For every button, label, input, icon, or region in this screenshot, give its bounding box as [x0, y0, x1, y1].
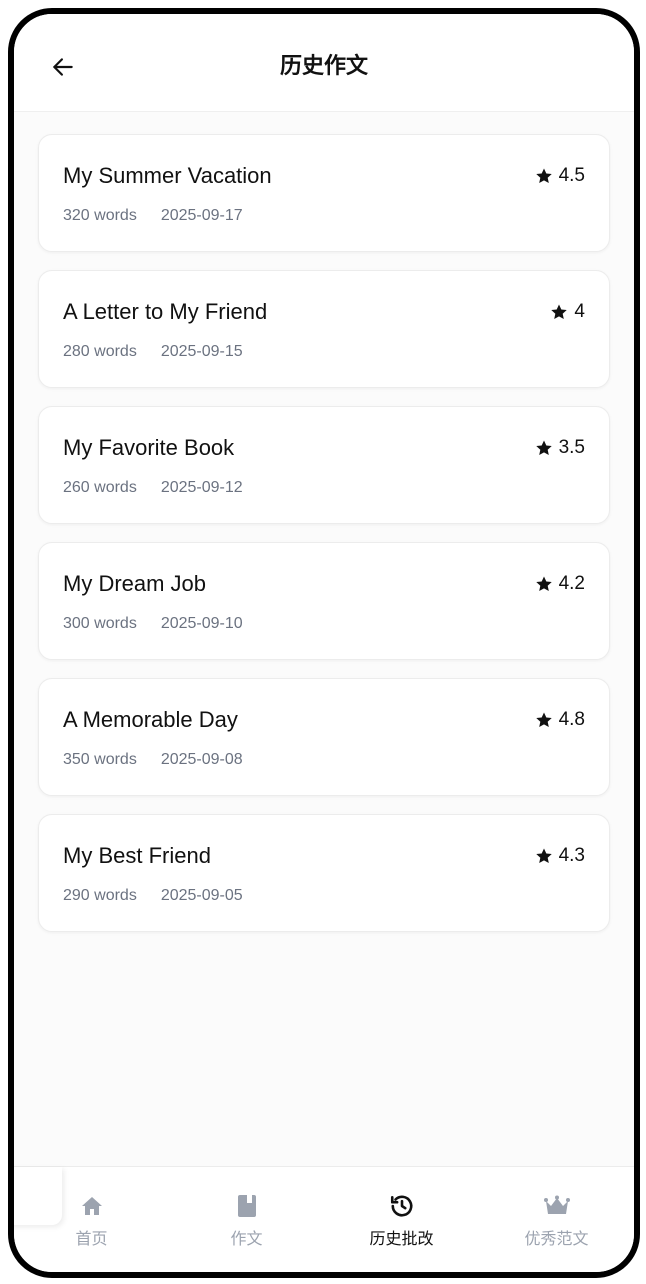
home-icon	[79, 1193, 105, 1219]
score-value: 4.8	[558, 709, 585, 730]
tab-excellent-essays[interactable]: 优秀范文	[479, 1167, 634, 1272]
bottom-tab-bar: 首页 作文 历史批改 优秀范文	[14, 1166, 634, 1272]
star-icon	[535, 848, 552, 864]
essay-card[interactable]: My Favorite Book 260 words 2025-09-12 3.…	[38, 406, 610, 524]
word-count: 300 words	[63, 615, 137, 632]
page-title: 历史作文	[279, 54, 368, 79]
essay-score: 4	[550, 301, 585, 323]
essay-meta: 350 words 2025-09-08	[63, 751, 243, 769]
essay-meta: 290 words 2025-09-05	[63, 887, 243, 905]
essay-title: My Best Friend	[63, 843, 211, 868]
essay-date: 2025-09-12	[160, 479, 243, 496]
star-icon	[535, 576, 552, 592]
essay-date: 2025-09-10	[160, 615, 243, 632]
word-count: 350 words	[63, 751, 137, 768]
word-count: 290 words	[63, 887, 137, 904]
tab-label: 历史批改	[369, 1229, 434, 1248]
essay-date: 2025-09-17	[160, 207, 243, 224]
tab-label: 首页	[75, 1229, 108, 1248]
header: 历史作文	[14, 14, 634, 112]
essay-title: My Summer Vacation	[63, 163, 272, 188]
essay-title: A Memorable Day	[63, 707, 238, 732]
essay-list: My Summer Vacation 320 words 2025-09-17 …	[38, 134, 610, 950]
tab-label: 优秀范文	[524, 1229, 589, 1248]
essay-card[interactable]: A Letter to My Friend 280 words 2025-09-…	[38, 270, 610, 388]
star-icon	[551, 304, 568, 320]
essay-card[interactable]: A Memorable Day 350 words 2025-09-08 4.8	[38, 678, 610, 796]
essay-date: 2025-09-05	[160, 887, 243, 904]
star-icon	[535, 168, 552, 184]
star-icon	[535, 440, 552, 456]
tab-history[interactable]: 历史批改	[324, 1167, 479, 1272]
word-count: 260 words	[63, 479, 137, 496]
essay-meta: 320 words 2025-09-17	[63, 207, 243, 225]
score-value: 3.5	[558, 437, 585, 458]
essay-score: 3.5	[535, 437, 585, 459]
essay-card[interactable]: My Best Friend 290 words 2025-09-05 4.3	[38, 814, 610, 932]
essay-meta: 300 words 2025-09-10	[63, 615, 243, 633]
score-value: 4.2	[558, 573, 585, 594]
essay-score: 4.3	[535, 845, 585, 867]
score-value: 4	[574, 301, 585, 322]
essay-score: 4.8	[535, 709, 585, 731]
essay-date: 2025-09-08	[160, 751, 243, 768]
book-icon	[234, 1193, 260, 1219]
essay-meta: 260 words 2025-09-12	[63, 479, 243, 497]
essay-card[interactable]: My Summer Vacation 320 words 2025-09-17 …	[38, 134, 610, 252]
essay-date: 2025-09-15	[160, 343, 243, 360]
crown-icon	[543, 1193, 570, 1219]
essay-title: My Dream Job	[63, 571, 207, 596]
history-icon	[389, 1193, 415, 1219]
essay-score: 4.5	[535, 165, 585, 187]
score-value: 4.3	[558, 845, 585, 866]
tab-label: 作文	[230, 1229, 263, 1248]
essay-meta: 280 words 2025-09-15	[63, 343, 243, 361]
score-value: 4.5	[558, 165, 585, 186]
tab-essay[interactable]: 作文	[169, 1167, 324, 1272]
word-count: 320 words	[63, 207, 137, 224]
essay-card[interactable]: My Dream Job 300 words 2025-09-10 4.2	[38, 542, 610, 660]
star-icon	[535, 712, 552, 728]
essay-title: A Letter to My Friend	[63, 299, 268, 324]
essay-score: 4.2	[535, 573, 585, 595]
essay-title: My Favorite Book	[63, 435, 235, 460]
floating-panel	[14, 1167, 62, 1225]
phone-frame: 历史作文 My Summer Vacation 320 words 2025-0…	[8, 8, 640, 1278]
word-count: 280 words	[63, 343, 137, 360]
